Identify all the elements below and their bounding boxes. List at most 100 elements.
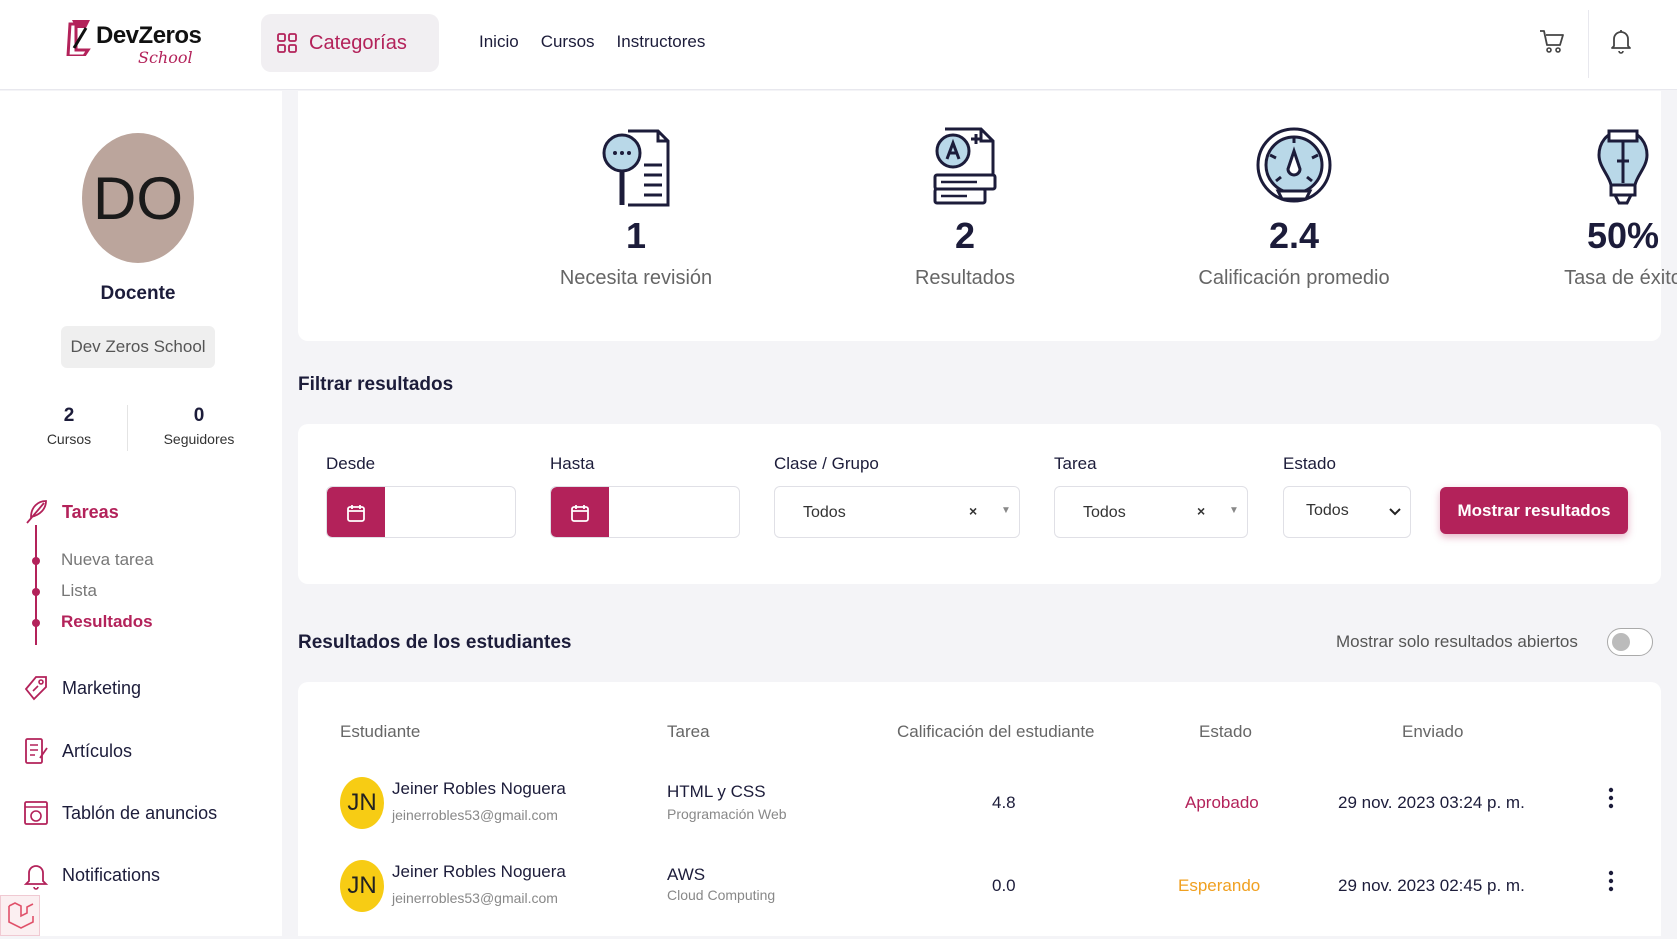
- sidebar-subitem-nueva-tarea[interactable]: Nueva tarea: [61, 550, 154, 570]
- filter-card: Desde Hasta Clase / Grupo Todos × ▼ Tare…: [298, 424, 1661, 584]
- task-select-value: Todos: [1083, 504, 1126, 521]
- sidebar-item-marketing-label: Marketing: [62, 677, 142, 698]
- column-header-grade: Calificación del estudiante: [897, 722, 1095, 741]
- bulb-icon: [1597, 129, 1649, 205]
- submenu-dot: [32, 557, 40, 565]
- column-header-status: Estado: [1199, 722, 1252, 741]
- more-options-icon[interactable]: [1606, 869, 1616, 893]
- class-select-value: Todos: [803, 504, 846, 521]
- student-grade: 4.8: [992, 793, 1016, 812]
- student-name[interactable]: Jeiner Robles Noguera: [392, 779, 566, 799]
- calendar-icon: [571, 505, 589, 522]
- sidebar-subitem-resultados[interactable]: Resultados: [61, 612, 153, 632]
- chevron-down-icon: ▼: [1001, 505, 1011, 516]
- nav-link-cursos[interactable]: Cursos: [541, 32, 595, 52]
- categories-button[interactable]: Categorías: [261, 14, 439, 72]
- results-table: Estudiante Tarea Calificación del estudi…: [298, 682, 1661, 936]
- chevron-down-icon: ▼: [1229, 505, 1239, 516]
- toggle-knob: [1612, 633, 1630, 651]
- summary-results: 2 Resultados: [815, 91, 1115, 290]
- summary-success-rate-label: Tasa de éxito: [1564, 267, 1677, 289]
- gauge-icon: [1256, 127, 1332, 203]
- from-calendar-button[interactable]: [327, 487, 385, 537]
- clear-icon[interactable]: ×: [969, 503, 977, 519]
- sidebar-item-tablon[interactable]: Tablón de anuncios: [22, 798, 217, 828]
- filter-section-title: Filtrar resultados: [298, 374, 454, 395]
- task-name[interactable]: HTML y CSS: [667, 782, 766, 802]
- to-label: Hasta: [550, 454, 595, 473]
- profile-role: Docente: [100, 283, 176, 304]
- stat-courses-value: 2: [63, 405, 75, 426]
- board-icon: [24, 801, 48, 825]
- student-name[interactable]: Jeiner Robles Noguera: [392, 862, 566, 882]
- status-label: Estado: [1283, 454, 1336, 473]
- stat-followers-value: 0: [193, 405, 205, 426]
- cart-icon[interactable]: [1538, 26, 1566, 56]
- class-select[interactable]: Todos × ▼: [774, 486, 1020, 538]
- grid-icon: [277, 33, 297, 53]
- review-icon: [602, 129, 670, 207]
- status-select[interactable]: Todos: [1283, 486, 1411, 538]
- course-name: Programación Web: [667, 806, 787, 822]
- clear-icon[interactable]: ×: [1197, 503, 1205, 519]
- summary-success-rate: 50% Tasa de éxito: [1473, 91, 1677, 290]
- open-results-toggle[interactable]: [1607, 628, 1653, 656]
- article-icon: [25, 738, 48, 764]
- results-section-title: Resultados de los estudiantes: [298, 632, 572, 653]
- stat-courses: 2 Cursos: [42, 405, 96, 447]
- bell-outline-icon: [23, 865, 49, 890]
- to-date-field[interactable]: [550, 486, 740, 538]
- to-calendar-button[interactable]: [551, 487, 609, 537]
- sidebar-item-tareas[interactable]: Tareas: [22, 497, 119, 527]
- main-nav: Inicio Cursos Instructores: [479, 32, 705, 52]
- summary-results-value: 2: [954, 215, 976, 256]
- chevron-down-icon: [1389, 508, 1401, 516]
- summary-needs-review: 1 Necesita revisión: [486, 91, 786, 290]
- sent-date: 29 nov. 2023 03:24 p. m.: [1338, 793, 1525, 812]
- logo-text: DevZeros: [96, 22, 202, 49]
- sidebar-item-tareas-label: Tareas: [62, 501, 119, 522]
- submenu-line: [35, 525, 37, 645]
- task-select[interactable]: Todos × ▼: [1054, 486, 1248, 538]
- status-select-value: Todos: [1306, 502, 1349, 519]
- student-email: jeinerrobles53@gmail.com: [392, 807, 558, 823]
- from-date-field[interactable]: [326, 486, 516, 538]
- task-name[interactable]: AWS: [667, 865, 705, 885]
- sidebar-subitem-lista[interactable]: Lista: [61, 581, 97, 601]
- sent-date: 29 nov. 2023 02:45 p. m.: [1338, 876, 1525, 895]
- column-header-sent: Enviado: [1402, 722, 1464, 741]
- summary-card: 1 Necesita revisión 2 Resultados 2.4 Cal…: [298, 91, 1677, 341]
- sidebar-item-notifications[interactable]: Notifications: [22, 860, 160, 890]
- summary-average-value: 2.4: [1268, 215, 1320, 256]
- sidebar-item-tablon-label: Tablón de anuncios: [62, 802, 218, 823]
- sidebar: DO Docente Dev Zeros School 2 Cursos 0 S…: [0, 91, 282, 936]
- open-results-toggle-label: Mostrar solo resultados abiertos: [1336, 632, 1578, 651]
- calendar-icon: [347, 505, 365, 522]
- submenu-dot: [32, 588, 40, 596]
- student-grade: 0.0: [992, 876, 1016, 895]
- nav-link-inicio[interactable]: Inicio: [479, 32, 519, 52]
- status-badge: Esperando: [1178, 876, 1261, 895]
- stat-courses-label: Cursos: [46, 431, 92, 447]
- show-results-button[interactable]: Mostrar resultados: [1440, 487, 1628, 534]
- class-label: Clase / Grupo: [774, 454, 879, 473]
- submenu-dot: [32, 619, 40, 627]
- top-navbar: DevZeros School Categorías Inicio Cursos…: [0, 0, 1677, 90]
- devzeros-logo[interactable]: DevZeros School: [66, 16, 206, 72]
- debugbar-tab[interactable]: [0, 895, 40, 936]
- school-badge: Dev Zeros School: [61, 326, 215, 368]
- profile-avatar[interactable]: DO: [82, 133, 194, 263]
- navbar-divider: [1588, 10, 1589, 78]
- more-options-icon[interactable]: [1606, 786, 1616, 810]
- status-badge: Aprobado: [1185, 793, 1259, 812]
- sidebar-item-articulos-label: Artículos: [62, 740, 133, 761]
- sidebar-item-articulos[interactable]: Artículos: [22, 736, 132, 766]
- feather-icon: [26, 500, 47, 524]
- stat-followers: 0 Seguidores: [156, 405, 242, 447]
- column-header-student: Estudiante: [340, 722, 421, 741]
- categories-label: Categorías: [309, 31, 407, 54]
- nav-link-instructores[interactable]: Instructores: [617, 32, 706, 52]
- results-icon: [933, 127, 997, 205]
- bell-icon[interactable]: [1607, 26, 1635, 56]
- sidebar-item-marketing[interactable]: Marketing: [22, 673, 141, 703]
